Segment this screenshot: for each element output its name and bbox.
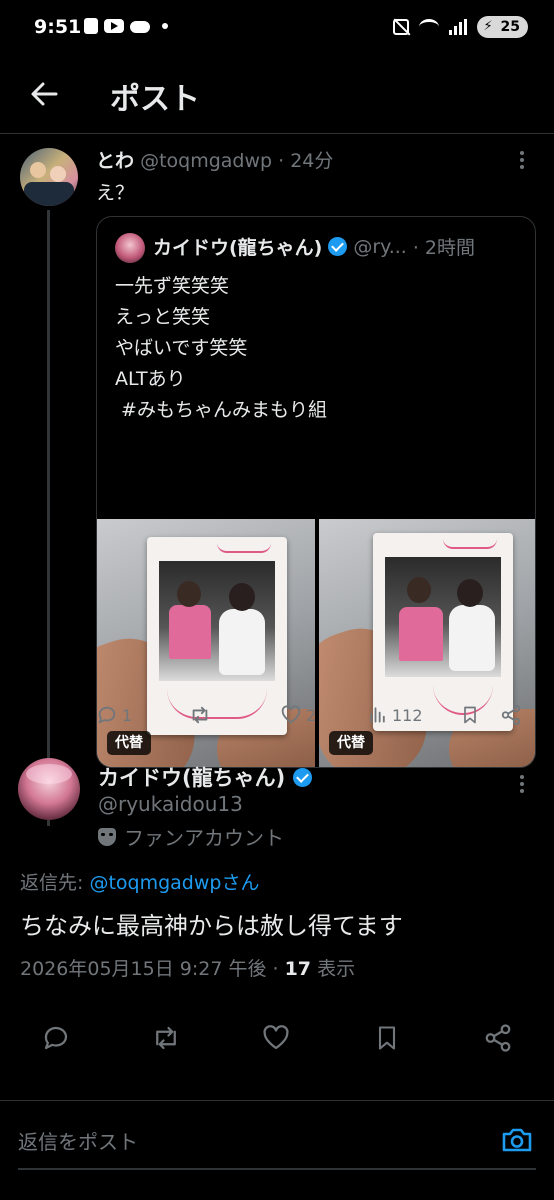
status-time: 9:51: [34, 16, 82, 38]
alt-badge[interactable]: 代替: [329, 731, 373, 755]
reply-icon: [44, 1026, 68, 1050]
repost-icon: [156, 1026, 176, 1050]
mute-icon: [392, 19, 409, 35]
back-arrow-icon[interactable]: [26, 76, 62, 112]
share-icon: [501, 704, 521, 726]
verified-icon: [328, 237, 348, 256]
quote-line: 一先ず笑笑笑: [115, 275, 230, 297]
verified-icon: [293, 767, 313, 787]
tweet-timestamp[interactable]: 2026年05月15日 9:27 午後 ·: [20, 958, 285, 980]
quote-author-name: カイドウ(龍ちゃん): [153, 237, 323, 259]
bookmark-icon: [378, 1026, 396, 1050]
reply-prefix: 返信先:: [20, 872, 90, 894]
quote-media: 代替 代替: [97, 519, 535, 767]
views-button[interactable]: 112: [368, 700, 423, 730]
quote-line: やばいです笑笑: [115, 337, 248, 359]
top-header: ポスト: [0, 58, 554, 134]
avatar[interactable]: [20, 148, 78, 206]
tweet-actions: 1 2 112: [96, 700, 536, 730]
page-title: ポスト: [110, 82, 200, 117]
bookmark-icon: [464, 706, 476, 724]
divider: [18, 1168, 536, 1170]
wifi-icon: [418, 19, 439, 35]
views-label: 表示: [311, 958, 356, 980]
reply-context: 返信先: @toqmgadwpさん: [20, 868, 259, 895]
repost-button[interactable]: [146, 1018, 186, 1058]
tweet-header: とわ @toqmgadwp · 24分: [96, 146, 333, 173]
like-count: 2: [306, 705, 317, 725]
views-icon: [370, 707, 385, 723]
tweet-text: え？: [96, 182, 135, 204]
quote-header: カイドウ(龍ちゃん) @ry... · 2時間: [153, 233, 475, 260]
youtube-icon: [104, 19, 124, 33]
bookmark-button[interactable]: [367, 1018, 407, 1058]
alt-badge[interactable]: 代替: [107, 731, 151, 755]
media-image[interactable]: 代替: [319, 519, 535, 767]
more-options-icon[interactable]: [510, 772, 534, 796]
share-button[interactable]: [500, 700, 522, 730]
signal-icon: [448, 19, 467, 35]
status-bar: 9:51 25: [0, 0, 554, 58]
like-button[interactable]: 2: [280, 700, 316, 730]
author-handle[interactable]: @toqmgadwp: [140, 150, 272, 172]
tweet-actions: [0, 1018, 554, 1058]
reply-to-link[interactable]: @toqmgadwpさん: [89, 872, 259, 894]
share-button[interactable]: [478, 1018, 518, 1058]
notification-icons: [84, 18, 168, 34]
reply-count: 1: [122, 705, 133, 725]
transit-icon: [84, 18, 98, 34]
bookmark-button[interactable]: [460, 700, 480, 730]
share-icon: [485, 1024, 511, 1052]
more-options-icon[interactable]: [510, 148, 534, 172]
repost-icon: [192, 706, 208, 724]
main-author-row: カイドウ(龍ちゃん): [98, 762, 313, 792]
mask-icon: [98, 827, 116, 846]
view-count: 112: [392, 705, 423, 725]
quoted-tweet[interactable]: カイドウ(龍ちゃん) @ry... · 2時間 一先ず笑笑笑 えっと笑笑 やばい…: [96, 216, 536, 768]
repost-button[interactable]: [188, 700, 212, 730]
avatar[interactable]: [18, 758, 80, 820]
account-label-text: ファンアカウント: [124, 826, 284, 850]
media-image[interactable]: 代替: [97, 519, 315, 767]
quote-line: えっと笑笑: [115, 306, 211, 328]
reply-button[interactable]: [36, 1018, 76, 1058]
quote-avatar[interactable]: [115, 233, 145, 263]
reply-icon: [98, 706, 116, 724]
quote-line: ALTあり: [115, 368, 186, 390]
quote-text: 一先ず笑笑笑 えっと笑笑 やばいです笑笑 ALTあり #みもちゃんみまもり組: [115, 271, 327, 426]
tweet-meta: 2026年05月15日 9:27 午後 · 17 表示: [20, 954, 355, 981]
tweet-time: · 24分: [278, 150, 334, 172]
quote-author-handle: @ry...: [353, 235, 407, 258]
tweet-text: ちなみに最高神からは赦し得てます: [20, 912, 403, 940]
thread-connector: [47, 210, 50, 826]
author-name[interactable]: カイドウ(龍ちゃん): [98, 762, 285, 792]
author-handle[interactable]: @ryukaidou13: [98, 792, 243, 816]
camera-icon[interactable]: [500, 1123, 534, 1157]
battery-indicator: 25: [476, 16, 528, 38]
account-label: ファンアカウント: [98, 822, 284, 851]
reply-button[interactable]: 1: [96, 700, 132, 730]
cloud-icon: [130, 21, 150, 33]
view-count: 17: [284, 958, 312, 980]
heart-icon: [281, 705, 301, 724]
author-name[interactable]: とわ: [96, 150, 134, 172]
like-button[interactable]: [256, 1018, 296, 1058]
reply-input[interactable]: 返信をポスト: [18, 1127, 488, 1157]
quote-hashtag[interactable]: #みもちゃんみまもり組: [115, 395, 327, 426]
quote-time: · 2時間: [412, 237, 476, 259]
more-notifications-dot-icon: [162, 23, 168, 29]
heart-icon: [263, 1025, 289, 1050]
system-icons: 25: [392, 16, 528, 38]
